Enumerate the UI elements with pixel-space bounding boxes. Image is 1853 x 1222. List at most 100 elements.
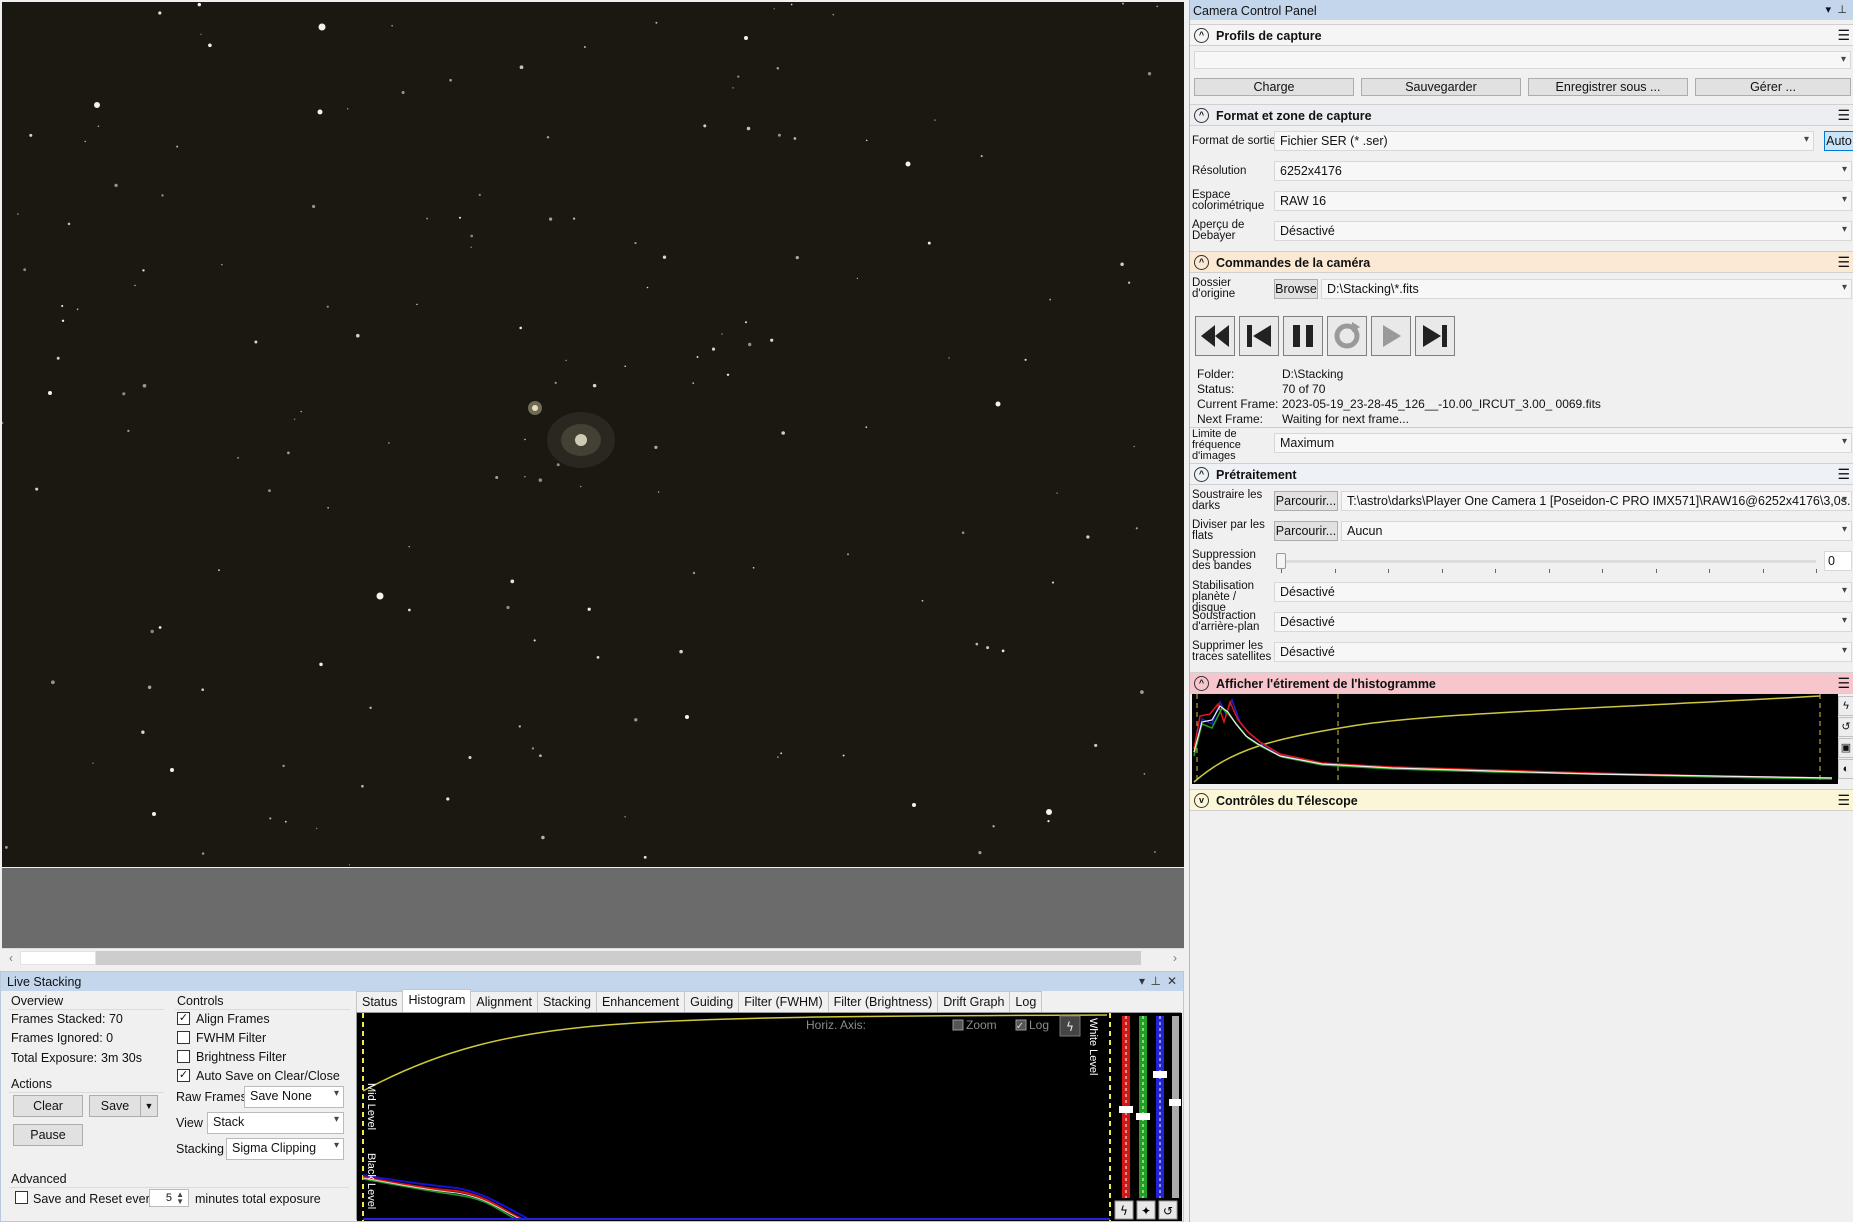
enregistrer-button[interactable]: Enregistrer sous ... <box>1528 78 1688 96</box>
menu-icon[interactable]: ☰ <box>1837 675 1850 692</box>
parcourir-flats-button[interactable]: Parcourir... <box>1274 521 1338 541</box>
clear-button[interactable]: Clear <box>13 1095 83 1117</box>
collapse-icon[interactable]: ^ <box>1194 28 1209 43</box>
raw-frames-select[interactable]: Save None ▾ <box>244 1086 344 1108</box>
format-sortie-select[interactable]: Fichier SER (* .ser) ▾ <box>1274 131 1814 151</box>
bandes-input[interactable]: 0 <box>1824 551 1852 571</box>
view-select[interactable]: Stack ▾ <box>207 1112 344 1134</box>
slider-thumb[interactable] <box>1276 553 1286 569</box>
resolution-select[interactable]: 6252x4176 ▾ <box>1274 161 1852 181</box>
section-commandes[interactable]: ^ Commandes de la caméra ☰ <box>1190 251 1853 273</box>
collapse-icon[interactable]: ^ <box>1194 467 1209 482</box>
tab-alignment[interactable]: Alignment <box>470 991 538 1012</box>
pause-button[interactable]: Pause <box>13 1124 83 1146</box>
fwhm-filter-checkbox[interactable] <box>177 1031 190 1044</box>
tab-filter-fwhm[interactable]: Filter (FWHM) <box>738 991 829 1012</box>
skip-end-button[interactable] <box>1415 316 1455 356</box>
auto-stretch-icon[interactable]: ϟ <box>1838 696 1853 716</box>
brightness-filter-checkbox[interactable] <box>177 1050 190 1063</box>
collapse-icon[interactable]: ^ <box>1194 676 1209 691</box>
section-telescope[interactable]: v Contrôles du Télescope ☰ <box>1190 789 1853 811</box>
section-profils[interactable]: ^ Profils de capture ☰ <box>1190 24 1853 46</box>
tab-guiding[interactable]: Guiding <box>684 991 740 1012</box>
section-pretraitement[interactable]: ^ Prétraitement ☰ <box>1190 463 1853 485</box>
section-histogram-stretch[interactable]: ^ Afficher l'étirement de l'histogramme … <box>1190 672 1853 694</box>
sauvegarder-button[interactable]: Sauvegarder <box>1361 78 1521 96</box>
pause-button[interactable] <box>1283 316 1323 356</box>
espace-select[interactable]: RAW 16 ▾ <box>1274 191 1852 211</box>
apercu-select[interactable]: Désactivé ▾ <box>1274 221 1852 241</box>
menu-icon[interactable]: ☰ <box>1837 792 1850 809</box>
scroll-track[interactable] <box>96 951 1141 965</box>
dropdown-icon[interactable]: ▾ <box>1825 3 1831 16</box>
reset-icon[interactable]: ↺ <box>1838 717 1853 737</box>
dossier-select[interactable]: D:\Stacking\*.fits ▾ <box>1321 279 1852 299</box>
charge-button[interactable]: Charge <box>1194 78 1354 96</box>
dropdown-icon[interactable]: ▾ <box>1139 974 1145 988</box>
live-histogram[interactable]: ϟ ✦ ↺ ✓ ϟ Horiz. Axis: Zoom Log Mid Leve… <box>356 1012 1182 1221</box>
gerer-button[interactable]: Gérer ... <box>1695 78 1851 96</box>
menu-icon[interactable]: ☰ <box>1837 466 1850 483</box>
save-button[interactable]: Save <box>89 1095 141 1117</box>
bandes-slider[interactable] <box>1276 553 1817 573</box>
auto-button[interactable]: Auto <box>1824 131 1853 151</box>
scroll-right-icon[interactable]: › <box>1166 949 1184 967</box>
soustraction-select[interactable]: Désactivé ▾ <box>1274 612 1852 632</box>
tab-drift-graph[interactable]: Drift Graph <box>937 991 1011 1012</box>
tab-filter-brightness[interactable]: Filter (Brightness) <box>827 991 939 1012</box>
menu-icon[interactable]: ☰ <box>1837 107 1850 124</box>
auto-save-checkbox[interactable]: ✓ <box>177 1069 190 1082</box>
star <box>795 255 799 260</box>
save-icon[interactable]: ▣ <box>1838 738 1853 758</box>
tab-histogram[interactable]: Histogram <box>402 989 472 1012</box>
rewind-button[interactable] <box>1195 316 1235 356</box>
align-frames-checkbox[interactable]: ✓ <box>177 1012 190 1025</box>
spinner-arrows-icon[interactable]: ▲ ▼ <box>176 1191 184 1206</box>
darks-select[interactable]: T:\astro\darks\Player One Camera 1 [Pose… <box>1341 491 1852 511</box>
contrast-icon[interactable]: ◐ <box>1838 759 1853 779</box>
expand-icon[interactable]: v <box>1194 793 1209 808</box>
image-viewer[interactable] <box>2 2 1184 867</box>
tab-log[interactable]: Log <box>1009 991 1043 1012</box>
satellites-select[interactable]: Désactivé ▾ <box>1274 642 1852 662</box>
tab-stacking[interactable]: Stacking <box>537 991 597 1012</box>
collapse-icon[interactable]: ^ <box>1194 255 1209 270</box>
star <box>141 730 145 734</box>
tab-status[interactable]: Status <box>356 991 404 1012</box>
collapse-icon[interactable]: ^ <box>1194 108 1209 123</box>
scroll-left-icon[interactable]: ‹ <box>2 949 20 967</box>
save-reset-spinner[interactable]: 5 ▲ ▼ <box>149 1189 189 1207</box>
star <box>1135 527 1138 530</box>
scroll-thumb[interactable] <box>20 951 96 965</box>
profile-select[interactable]: ▾ <box>1194 51 1851 69</box>
flats-select[interactable]: Aucun ▾ <box>1341 521 1852 541</box>
stacking-select[interactable]: Sigma Clipping ▾ <box>226 1138 344 1160</box>
zoom-label[interactable]: Zoom <box>966 1018 997 1032</box>
horizontal-scrollbar[interactable]: ‹ › <box>2 948 1184 966</box>
star <box>201 852 205 855</box>
browse-button[interactable]: Browse <box>1274 279 1318 299</box>
limite-select[interactable]: Maximum ▾ <box>1274 433 1852 453</box>
save-dropdown-icon[interactable]: ▼ <box>140 1095 158 1117</box>
star <box>579 485 582 488</box>
previous-button[interactable] <box>1239 316 1279 356</box>
tab-enhancement[interactable]: Enhancement <box>595 991 686 1012</box>
play-button[interactable] <box>1371 316 1411 356</box>
star <box>150 629 154 634</box>
pin-icon[interactable]: ⊥ <box>1837 3 1847 16</box>
menu-icon[interactable]: ☰ <box>1837 254 1850 271</box>
stretch-histogram[interactable] <box>1192 694 1838 784</box>
star <box>777 756 779 758</box>
section-format[interactable]: ^ Format et zone de capture ☰ <box>1190 104 1853 126</box>
log-label[interactable]: Log <box>1029 1018 1049 1032</box>
close-icon[interactable]: ✕ <box>1167 974 1177 988</box>
histo-heading: Afficher l'étirement de l'histogramme <box>1216 677 1436 691</box>
parcourir-darks-button[interactable]: Parcourir... <box>1274 491 1338 511</box>
pin-icon[interactable]: ⊥ <box>1151 974 1161 988</box>
refresh-button[interactable] <box>1327 316 1367 356</box>
save-reset-checkbox[interactable] <box>15 1191 28 1204</box>
star <box>685 715 689 719</box>
menu-icon[interactable]: ☰ <box>1837 27 1850 44</box>
format-sortie-value: Fichier SER (* .ser) <box>1280 134 1388 148</box>
stabil-select[interactable]: Désactivé ▾ <box>1274 582 1852 602</box>
